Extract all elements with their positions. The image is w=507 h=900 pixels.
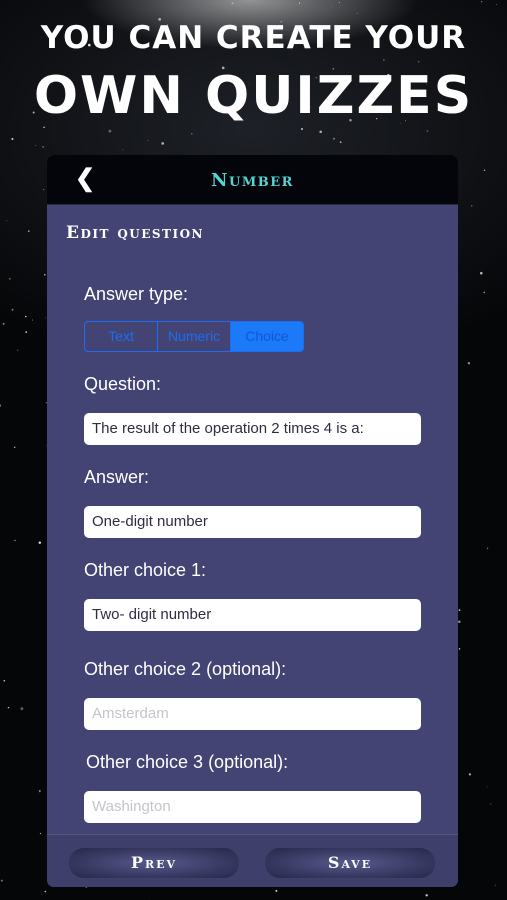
nav-title: Number: [211, 170, 294, 191]
segment-numeric[interactable]: Numeric: [158, 322, 231, 351]
star: [14, 539, 16, 542]
question-field[interactable]: The result of the operation 2 times 4 is…: [84, 413, 421, 445]
star: [161, 142, 165, 145]
star: [486, 786, 488, 788]
other-choice-1-label: Other choice 1:: [84, 560, 207, 580]
star: [417, 61, 420, 63]
star: [38, 790, 41, 792]
other-choice-3-field[interactable]: Washington: [84, 791, 421, 823]
segment-text[interactable]: Text: [85, 322, 158, 351]
star: [486, 547, 489, 549]
star: [480, 1, 483, 3]
star: [25, 331, 28, 333]
star: [20, 707, 24, 711]
star: [319, 130, 323, 134]
star: [494, 884, 496, 886]
answer-label: Answer:: [84, 467, 150, 487]
answer-field[interactable]: One-digit number: [84, 506, 421, 538]
star: [458, 620, 461, 624]
answer-type-label: Answer type:: [84, 284, 189, 304]
edit-question-panel: ❮ Number Edit question Answer type: Text…: [47, 155, 458, 887]
star: [43, 126, 45, 129]
star: [483, 291, 486, 294]
save-button[interactable]: Save: [265, 848, 435, 878]
star: [383, 59, 385, 61]
star: [39, 833, 41, 835]
star: [0, 879, 3, 882]
answer-type-segmented-control: Text Numeric Choice: [84, 321, 304, 352]
star: [458, 609, 461, 611]
star: [231, 2, 234, 5]
star: [458, 648, 461, 650]
navigation-bar: ❮ Number: [47, 155, 458, 205]
star: [108, 129, 112, 133]
star: [11, 137, 14, 141]
star: [331, 6, 333, 8]
star: [38, 541, 42, 544]
question-label: Question:: [84, 374, 162, 394]
other-choice-2-field[interactable]: Amsterdam: [84, 698, 421, 730]
star: [0, 404, 2, 407]
star: [495, 4, 497, 6]
star: [7, 706, 10, 709]
section-title: Edit question: [66, 223, 205, 243]
star: [148, 898, 150, 900]
star: [425, 894, 428, 897]
star: [6, 220, 8, 222]
star: [147, 139, 149, 141]
other-choice-3-label: Other choice 3 (optional):: [86, 752, 289, 772]
star: [275, 889, 278, 892]
star: [44, 273, 46, 276]
star: [191, 133, 193, 135]
star: [339, 141, 342, 144]
star: [44, 890, 47, 893]
star: [122, 149, 124, 151]
segment-choice[interactable]: Choice: [231, 322, 303, 351]
other-choice-2-label: Other choice 2 (optional):: [84, 659, 287, 679]
promo-headline-line2: own quizzes: [33, 66, 474, 126]
star: [356, 12, 358, 14]
star: [38, 792, 40, 794]
star: [25, 315, 27, 318]
other-choice-1-field[interactable]: Two- digit number: [84, 599, 421, 631]
bottom-toolbar: Prev Save: [47, 834, 458, 887]
star: [8, 277, 11, 280]
star: [27, 230, 30, 232]
star: [31, 319, 34, 321]
star: [299, 2, 301, 4]
star: [426, 130, 429, 132]
star: [13, 446, 16, 449]
star: [2, 322, 5, 325]
star: [300, 127, 304, 131]
star: [35, 144, 37, 146]
star: [3, 679, 6, 682]
star: [490, 803, 492, 805]
star: [467, 361, 471, 365]
star: [468, 773, 472, 776]
promo-headline-line1: You can create your: [40, 20, 467, 56]
star: [483, 169, 486, 171]
star: [17, 349, 19, 351]
star: [11, 308, 14, 311]
star: [43, 189, 45, 190]
star: [44, 317, 46, 318]
star: [471, 205, 473, 207]
star: [480, 271, 483, 275]
star: [338, 2, 340, 4]
star: [42, 145, 44, 148]
prev-button[interactable]: Prev: [69, 848, 239, 878]
star: [332, 137, 336, 140]
